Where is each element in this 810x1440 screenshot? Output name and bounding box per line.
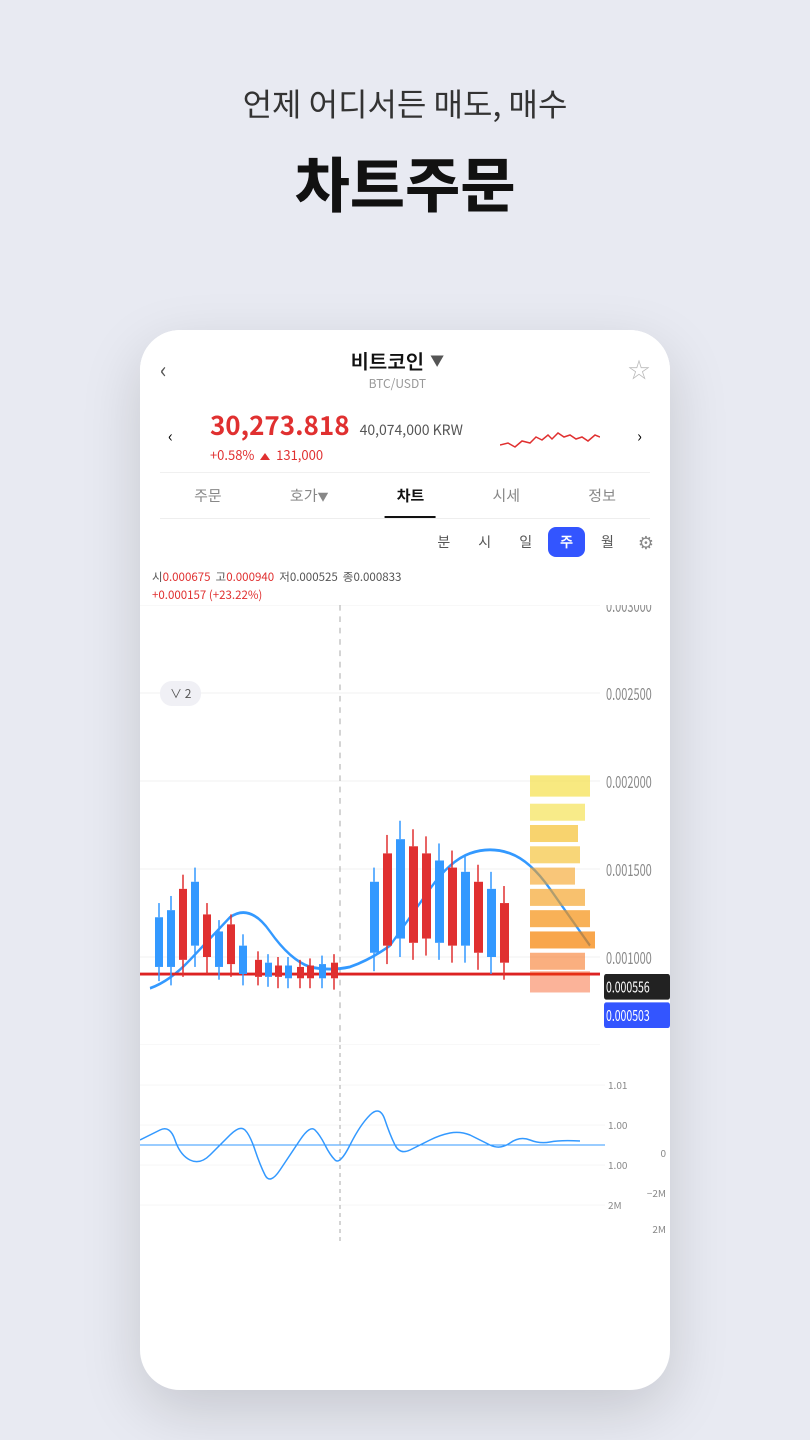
low-label: 저 [279, 569, 290, 585]
price-krw: 40,074,000 KRW [360, 420, 463, 440]
period-month[interactable]: 월 [589, 527, 626, 557]
low-val: 0.000525 [290, 569, 338, 585]
hero-section: 언제 어디서든 매도, 매수 차트주문 [0, 0, 810, 265]
svg-text:0.003000: 0.003000 [606, 605, 652, 617]
tab-orderbook[interactable]: 호가▼ [272, 473, 347, 518]
indicator-zero: 0 [660, 1145, 666, 1160]
svg-text:1.00: 1.00 [608, 1117, 628, 1132]
price-nav-right[interactable]: › [637, 423, 642, 447]
close-val: 0.000833 [353, 569, 401, 585]
period-row: 분 시 일 주 월 ⚙ [140, 519, 670, 565]
coin-header: ‹ 비트코인 ▼ BTC/USDT ☆ ‹ 30,273.818 40,074,… [140, 330, 670, 519]
tab-order[interactable]: 주문 [176, 473, 240, 518]
period-week[interactable]: 주 [548, 527, 585, 557]
svg-text:0.001000: 0.001000 [606, 946, 652, 969]
indicator-2m: 2M [652, 1221, 666, 1236]
tab-market[interactable]: 시세 [474, 473, 538, 518]
chart-settings-icon[interactable]: ⚙ [638, 529, 654, 555]
svg-text:2M: 2M [608, 1197, 622, 1212]
high-val: 0.000940 [226, 569, 274, 585]
svg-text:0.001500: 0.001500 [606, 858, 652, 881]
svg-text:1.01: 1.01 [608, 1077, 627, 1092]
high-label: 고 [216, 569, 227, 585]
coin-name-label: 비트코인 [351, 346, 425, 375]
phone-mockup: ‹ 비트코인 ▼ BTC/USDT ☆ ‹ 30,273.818 40,074,… [140, 330, 670, 1390]
hero-subtitle: 언제 어디서든 매도, 매수 [0, 80, 810, 126]
period-hour[interactable]: 시 [466, 527, 503, 557]
expand-tag[interactable]: ∨ 2 [160, 681, 201, 706]
change-pct: +0.58% [210, 445, 254, 464]
ohlc-change: +0.000157 (+23.22%) [152, 587, 658, 603]
coin-dropdown-icon[interactable]: ▼ [430, 351, 444, 371]
svg-text:0.000556: 0.000556 [606, 975, 650, 997]
mini-sparkline [500, 415, 600, 455]
price-row: ‹ 30,273.818 40,074,000 KRW +0.58% 131,0… [160, 396, 650, 473]
open-label: 시 [152, 569, 163, 585]
ohlc-info: 시0.000675 고0.000940 저0.000525 종0.000833 … [140, 565, 670, 605]
candlestick-chart: 0.003000 0.002500 0.002000 0.001500 0.00… [140, 605, 670, 1045]
change-amt: 131,000 [276, 445, 323, 464]
coin-pair: BTC/USDT [351, 375, 445, 392]
price-change: +0.58% 131,000 [210, 445, 463, 464]
price-main: 30,273.818 [210, 406, 350, 443]
tab-info[interactable]: 정보 [570, 473, 634, 518]
tab-row: 주문 호가▼ 차트 시세 정보 [160, 473, 650, 519]
indicator-chart: 1.01 1.00 1.00 2M [140, 1045, 670, 1245]
back-button[interactable]: ‹ [160, 353, 167, 385]
hero-title: 차트주문 [0, 138, 810, 225]
indicator-neg2m: −2M [647, 1185, 666, 1200]
indicator-area: 1.01 1.00 1.00 2M 0 −2M 2M [140, 1045, 670, 1245]
svg-text:0.000503: 0.000503 [606, 1004, 650, 1026]
svg-text:1.00: 1.00 [608, 1157, 628, 1172]
price-nav-left[interactable]: ‹ [168, 423, 173, 447]
svg-text:0.002500: 0.002500 [606, 682, 652, 705]
expand-label: ∨ 2 [170, 685, 191, 702]
period-min[interactable]: 분 [425, 527, 462, 557]
up-triangle-icon [260, 453, 270, 460]
price-left: 30,273.818 40,074,000 KRW +0.58% 131,000 [210, 406, 463, 464]
favorite-icon[interactable]: ☆ [628, 353, 650, 385]
close-label: 종 [343, 569, 354, 585]
tab-chart[interactable]: 차트 [379, 473, 443, 518]
svg-text:0.002000: 0.002000 [606, 770, 652, 793]
coin-name-row: 비트코인 ▼ [351, 346, 445, 375]
open-val: 0.000675 [163, 569, 211, 585]
chart-area: 분 시 일 주 월 ⚙ 시0.000675 고0.000940 저0.00052… [140, 519, 670, 1245]
period-day[interactable]: 일 [507, 527, 544, 557]
main-chart[interactable]: 0.003000 0.002500 0.002000 0.001500 0.00… [140, 605, 670, 1045]
